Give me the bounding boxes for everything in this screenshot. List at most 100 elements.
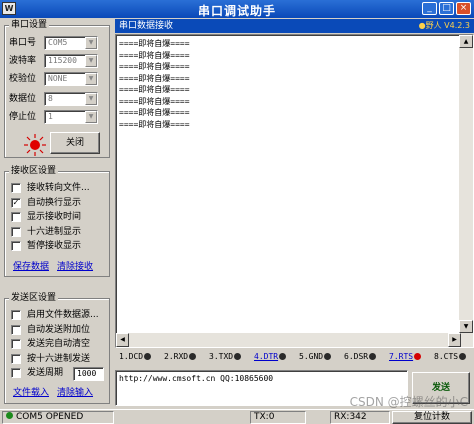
recv-area-header: 串口数据接收 ●野人 V4.2.3 <box>115 19 474 33</box>
chevron-down-icon[interactable]: ▼ <box>85 73 97 85</box>
send-option-label: 按十六进制发送 <box>27 353 91 364</box>
save-data-link[interactable]: 保存数据 <box>13 261 49 273</box>
checkbox-box[interactable] <box>11 226 21 237</box>
version-label: ●野人 V4.2.3 <box>418 21 470 30</box>
recv-option-label: 自动换行显示 <box>27 197 82 208</box>
scroll-down-icon[interactable]: ▼ <box>459 320 473 333</box>
recv-option-label: 显示接收时间 <box>27 212 82 222</box>
signal-indicator: 5.GND <box>299 350 332 364</box>
signal-indicator: 6.DSR <box>344 350 377 364</box>
send-option-label: 启用文件数据源... <box>27 310 99 320</box>
checkbox-box[interactable]: ✓ <box>11 197 21 208</box>
signal-indicator: 8.CTS <box>434 350 467 364</box>
parity-select[interactable]: NONE ▼ <box>44 72 98 86</box>
send-option-checkbox[interactable]: 按十六进制发送 <box>11 353 109 365</box>
recv-option-checkbox[interactable]: 十六进制显示 <box>11 226 109 238</box>
com-port-label: 串口号 <box>9 38 37 48</box>
port-status-led-icon <box>24 134 46 156</box>
send-period-input[interactable]: 1000 <box>73 367 104 381</box>
send-settings-title: 发送区设置 <box>9 292 59 304</box>
minimize-button[interactable]: _ <box>422 2 437 15</box>
title-bar: W 串口调试助手 _ □ × <box>0 0 474 18</box>
recv-line: ====即将自爆==== <box>119 39 190 48</box>
baud-rate-label: 波特率 <box>9 56 37 66</box>
signal-led-icon <box>144 353 152 360</box>
checkbox-box[interactable] <box>11 212 21 222</box>
send-option-checkbox[interactable]: 发送完自动清空 <box>11 338 109 350</box>
recv-line: ====即将自爆==== <box>119 96 190 106</box>
close-window-button[interactable]: × <box>456 2 471 15</box>
com-port-select[interactable]: COM5 ▼ <box>44 36 98 50</box>
recv-line: ====即将自爆==== <box>119 73 190 83</box>
recv-line: ====即将自爆==== <box>119 119 190 129</box>
recv-option-label: 接收转向文件... <box>27 183 90 193</box>
recv-line: ====即将自爆==== <box>119 50 190 60</box>
send-option-label: 发送完自动清空 <box>27 339 91 349</box>
signal-indicator: 2.RXD <box>164 350 197 364</box>
chevron-down-icon[interactable]: ▼ <box>85 111 97 123</box>
send-option-label: 发送周期 <box>27 368 64 378</box>
stop-bits-select[interactable]: 1 ▼ <box>44 110 98 124</box>
signal-indicator: 1.DCD <box>119 350 152 364</box>
data-bits-select[interactable]: 8 ▼ <box>44 92 98 106</box>
recv-area-title: 串口数据接收 <box>119 21 174 31</box>
checkbox-box[interactable] <box>11 368 21 378</box>
reset-count-button[interactable]: 复位计数 <box>392 411 472 424</box>
checkbox-box[interactable] <box>11 353 21 364</box>
signal-led-icon <box>189 353 197 360</box>
parity-label: 校验位 <box>9 74 37 84</box>
signal-lines-bar: 1.DCD 2.RXD 3.TXD 4.DTR 5.GND 6.DSR 7.RTS 8.CTS <box>115 350 474 364</box>
recv-line: ====即将自爆==== <box>119 62 190 71</box>
maximize-button[interactable]: □ <box>439 2 454 15</box>
close-port-button[interactable]: 关闭 <box>50 132 100 154</box>
signal-indicator[interactable]: 7.RTS <box>389 350 422 364</box>
recv-settings-title: 接收区设置 <box>9 165 59 177</box>
recv-option-label: 十六进制显示 <box>27 226 82 237</box>
vertical-scrollbar[interactable]: ▲ ▼ <box>459 35 473 347</box>
recv-option-checkbox[interactable]: ✓ 自动换行显示 <box>11 197 109 209</box>
checkbox-box[interactable] <box>11 339 21 349</box>
recv-option-label: 暂停接收显示 <box>27 241 82 251</box>
port-settings-title: 串口设置 <box>9 19 50 31</box>
data-bits-label: 数据位 <box>9 94 37 104</box>
checkbox-box[interactable] <box>11 310 21 320</box>
watermark: CSDN @控螺丝的小C <box>349 395 468 409</box>
signal-led-icon <box>459 353 467 360</box>
status-tx-count: TX:0 <box>250 411 306 424</box>
status-rx-count: RX:342 <box>330 411 390 424</box>
send-option-checkbox[interactable]: 启用文件数据源... <box>11 309 109 321</box>
recv-option-checkbox[interactable]: 暂停接收显示 <box>11 240 109 252</box>
recv-textarea[interactable]: ====即将自爆==== ====即将自爆==== ====即将自爆==== ====… <box>115 34 474 348</box>
chevron-down-icon[interactable]: ▼ <box>85 93 97 105</box>
signal-led-icon <box>414 353 422 360</box>
clear-recv-link[interactable]: 清除接收 <box>57 261 93 273</box>
status-port-state: COM5 OPENED <box>2 411 114 424</box>
signal-indicator: 3.TXD <box>209 350 242 364</box>
checkbox-box[interactable] <box>11 241 21 251</box>
signal-led-icon <box>234 353 242 360</box>
signal-led-icon <box>324 353 332 360</box>
window-title: 串口调试助手 <box>197 4 276 18</box>
send-option-checkbox[interactable]: 自动发送附加位 <box>11 324 109 336</box>
signal-indicator[interactable]: 4.DTR <box>254 350 287 364</box>
recv-option-checkbox[interactable]: 显示接收时间 <box>11 211 109 223</box>
scroll-right-icon[interactable]: ▶ <box>448 333 461 347</box>
signal-led-icon <box>369 353 377 360</box>
scroll-left-icon[interactable]: ◀ <box>116 333 129 347</box>
horizontal-scrollbar[interactable]: ◀ ▶ <box>116 333 461 347</box>
stop-bits-label: 停止位 <box>9 112 37 122</box>
recv-line: ====即将自爆==== <box>119 108 190 117</box>
send-option-label: 自动发送附加位 <box>27 324 91 335</box>
chevron-down-icon[interactable]: ▼ <box>85 37 97 49</box>
checkbox-box[interactable] <box>11 324 21 335</box>
chevron-down-icon[interactable]: ▼ <box>85 55 97 67</box>
status-bar: COM5 OPENED TX:0 RX:342 复位计数 <box>0 409 474 424</box>
recv-line: ====即将自爆==== <box>119 85 190 94</box>
scroll-up-icon[interactable]: ▲ <box>459 35 473 48</box>
app-window: W 串口调试助手 _ □ × 串口设置 串口号 COM5 ▼ 波特率 115200… <box>0 0 474 424</box>
baud-rate-select[interactable]: 115200 ▼ <box>44 54 98 68</box>
recv-option-checkbox[interactable]: 接收转向文件... <box>11 182 109 194</box>
clear-input-link[interactable]: 清除输入 <box>57 387 93 399</box>
load-file-link[interactable]: 文件载入 <box>13 387 49 399</box>
checkbox-box[interactable] <box>11 183 21 193</box>
